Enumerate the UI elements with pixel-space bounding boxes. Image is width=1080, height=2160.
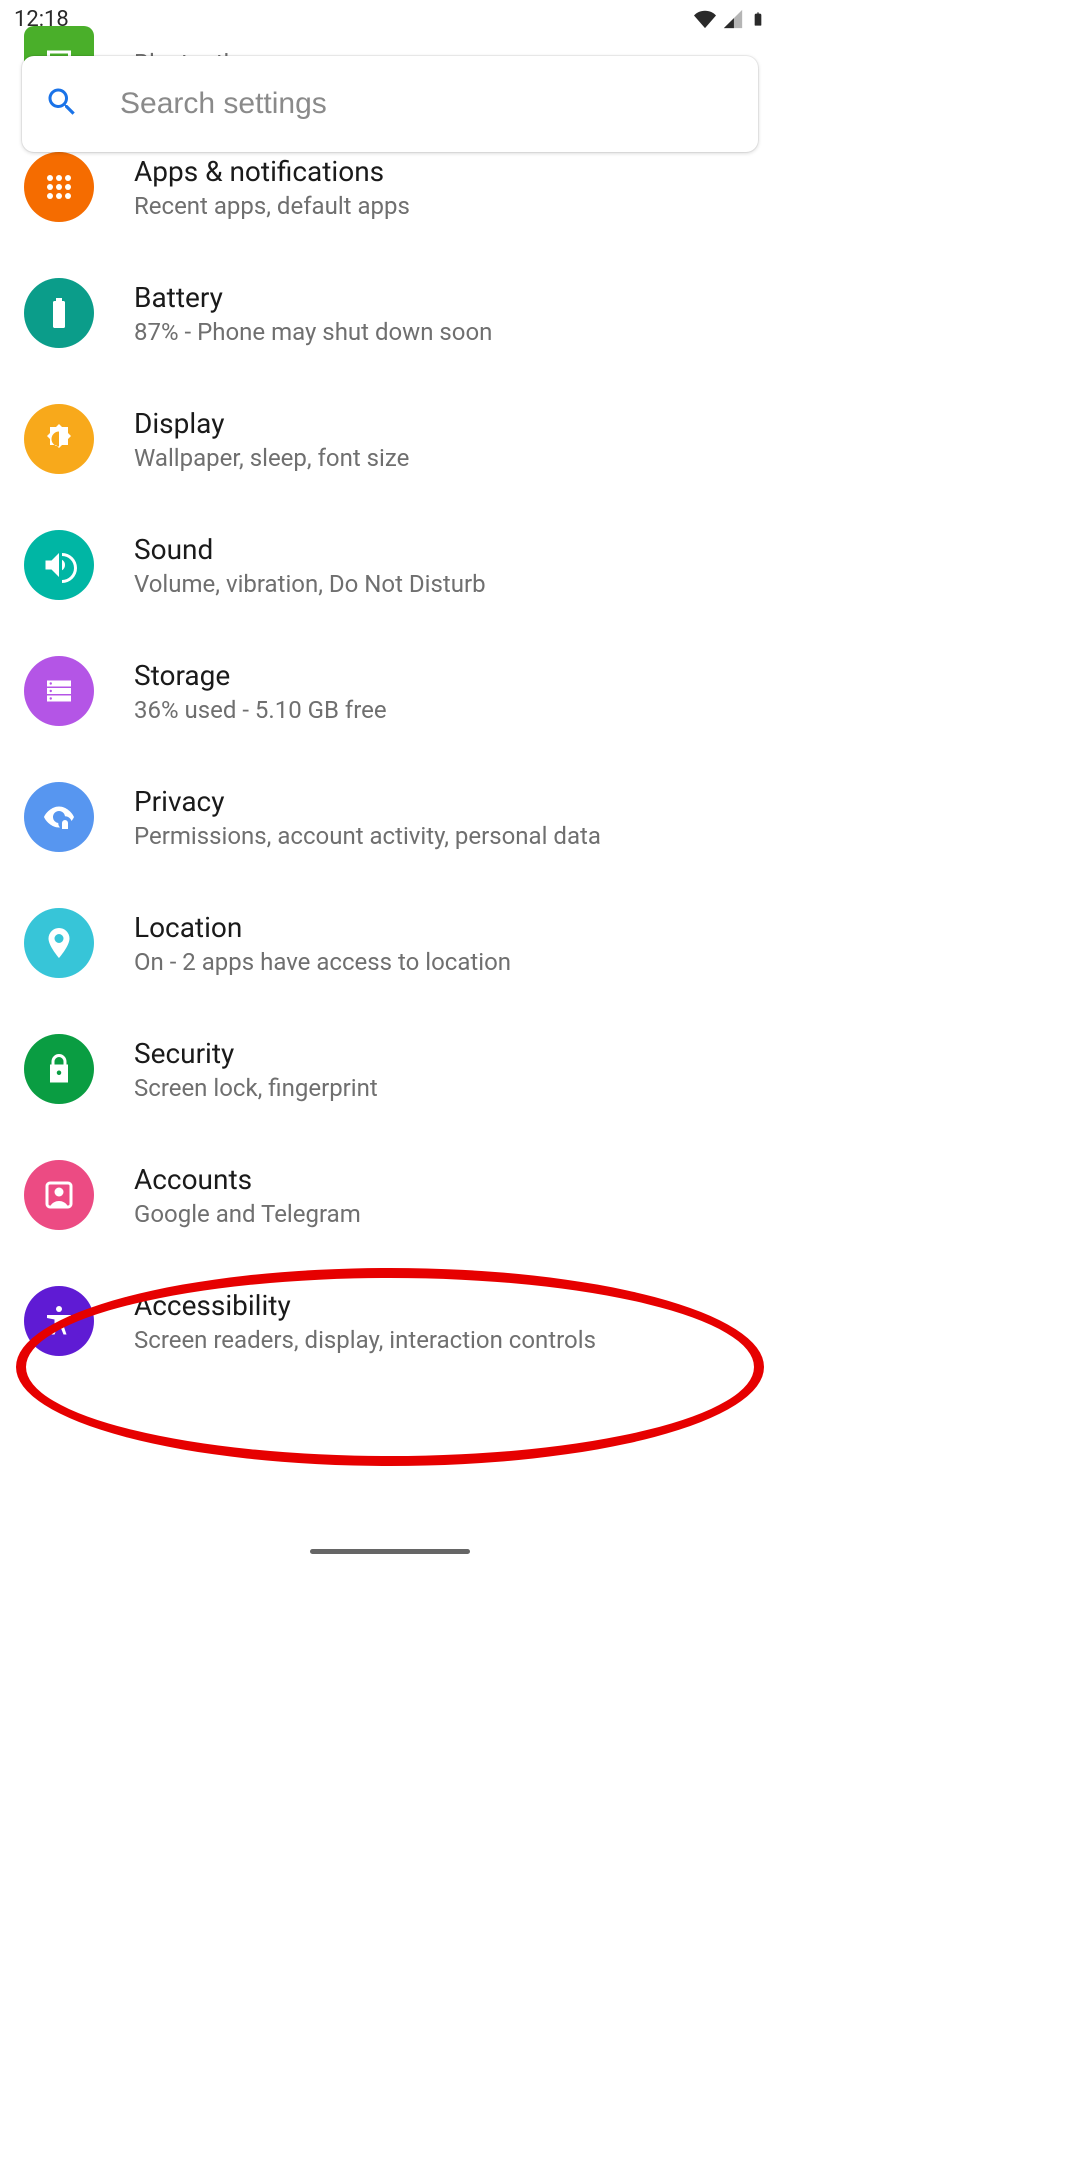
account-icon [24,1160,94,1230]
item-subtitle: Recent apps, default apps [134,192,756,220]
settings-item-sound[interactable]: Sound Volume, vibration, Do Not Disturb [0,502,780,628]
item-subtitle: Screen lock, fingerprint [134,1074,756,1102]
item-title: Battery [134,281,756,314]
battery-item-icon [24,278,94,348]
settings-item-accounts[interactable]: Accounts Google and Telegram [0,1132,780,1258]
item-subtitle: 36% used - 5.10 GB free [134,696,756,724]
item-text: Security Screen lock, fingerprint [134,1037,756,1102]
item-text: Sound Volume, vibration, Do Not Disturb [134,533,756,598]
item-subtitle: Wallpaper, sleep, font size [134,444,756,472]
search-input[interactable] [120,87,736,121]
item-text: Battery 87% - Phone may shut down soon [134,281,756,346]
item-title: Storage [134,659,756,692]
search-icon [44,84,80,124]
item-title: Sound [134,533,756,566]
item-text: Accessibility Screen readers, display, i… [134,1289,756,1354]
item-text: Privacy Permissions, account activity, p… [134,785,756,850]
privacy-icon [24,782,94,852]
item-text: Storage 36% used - 5.10 GB free [134,659,756,724]
search-bar[interactable] [22,56,758,152]
settings-item-accessibility[interactable]: Accessibility Screen readers, display, i… [0,1258,780,1384]
item-subtitle: 87% - Phone may shut down soon [134,318,756,346]
item-title: Accessibility [134,1289,756,1322]
item-text: Location On - 2 apps have access to loca… [134,911,756,976]
item-title: Privacy [134,785,756,818]
item-title: Accounts [134,1163,756,1196]
lock-icon [24,1034,94,1104]
volume-icon [24,530,94,600]
settings-item-privacy[interactable]: Privacy Permissions, account activity, p… [0,754,780,880]
item-title: Location [134,911,756,944]
item-title: Display [134,407,756,440]
item-text: Display Wallpaper, sleep, font size [134,407,756,472]
item-title: Apps & notifications [134,155,756,188]
item-subtitle: On - 2 apps have access to location [134,948,756,976]
item-text: Apps & notifications Recent apps, defaul… [134,155,756,220]
brightness-icon [24,404,94,474]
nav-handle[interactable] [310,1549,470,1554]
storage-icon [24,656,94,726]
settings-item-display[interactable]: Display Wallpaper, sleep, font size [0,376,780,502]
location-icon [24,908,94,978]
settings-item-battery[interactable]: Battery 87% - Phone may shut down soon [0,250,780,376]
settings-item-storage[interactable]: Storage 36% used - 5.10 GB free [0,628,780,754]
item-title: Security [134,1037,756,1070]
item-subtitle: Screen readers, display, interaction con… [134,1326,756,1354]
settings-list[interactable]: Bluetooth Apps & notifications Recent ap… [0,38,780,1560]
settings-item-security[interactable]: Security Screen lock, fingerprint [0,1006,780,1132]
apps-icon [24,152,94,222]
item-text: Accounts Google and Telegram [134,1163,756,1228]
item-subtitle: Permissions, account activity, personal … [134,822,756,850]
accessibility-icon [24,1286,94,1356]
item-subtitle: Volume, vibration, Do Not Disturb [134,570,756,598]
item-subtitle: Google and Telegram [134,1200,756,1228]
settings-item-location[interactable]: Location On - 2 apps have access to loca… [0,880,780,1006]
